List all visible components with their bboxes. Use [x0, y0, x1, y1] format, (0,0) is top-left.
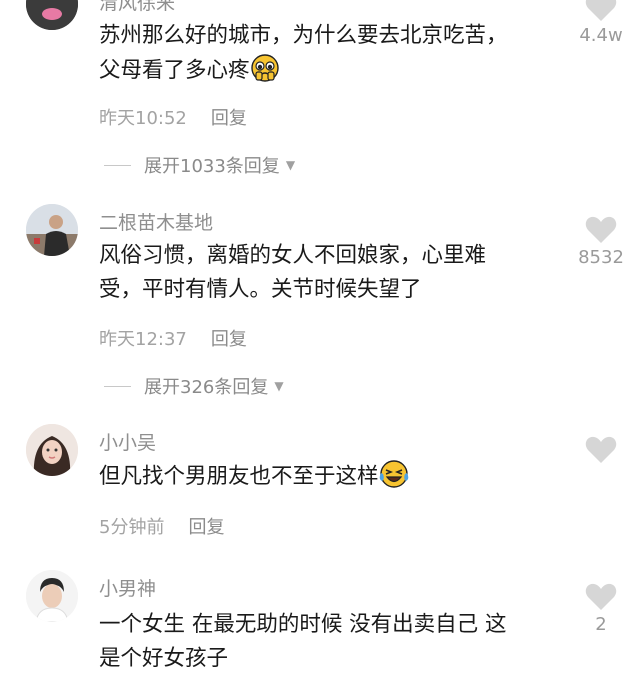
- comment-text: 一个女生 在最无助的时候 没有出卖自己 这 是个好女孩子: [99, 608, 544, 676]
- expand-replies-label: 展开1033条回复: [144, 156, 280, 177]
- avatar-image: [26, 204, 78, 256]
- like-button[interactable]: 2: [571, 583, 631, 635]
- expand-replies-button[interactable]: 展开326条回复 ▼: [104, 373, 284, 399]
- comment-item: 清风徐来 苏州那么好的城市，为什么要去北京吃苦， 父母看了多心疼 昨天10:52…: [0, 0, 640, 200]
- avatar-image: [26, 424, 78, 476]
- reply-button[interactable]: 回复: [211, 329, 247, 350]
- expand-replies-button[interactable]: 展开1033条回复 ▼: [104, 152, 295, 178]
- comment-text: 但凡找个男朋友也不至于这样: [99, 459, 544, 494]
- comment-text-line: 苏州那么好的城市，为什么要去北京吃苦，: [99, 23, 508, 48]
- divider: [104, 385, 131, 387]
- laughing-crying-emoji: [379, 460, 408, 488]
- caret-down-icon: ▼: [285, 158, 296, 172]
- comment-text-line: 风俗习惯，离婚的女人不回娘家，心里难: [99, 243, 487, 268]
- pleading-face-emoji: [250, 54, 279, 82]
- username[interactable]: 小小吴: [99, 428, 156, 455]
- heart-icon: [585, 0, 617, 21]
- comment-item: 小男神 一个女生 在最无助的时候 没有出卖自己 这 是个好女孩子 2: [0, 566, 640, 679]
- like-count: 4.4w: [579, 25, 623, 46]
- comment-meta: 昨天12:37 回复: [99, 325, 247, 351]
- reply-button[interactable]: 回复: [188, 517, 224, 538]
- timestamp: 5分钟前: [99, 517, 165, 538]
- comment-text-segment: 但凡找个男朋友也不至于这样: [99, 464, 379, 489]
- comment-text-line: 父母看了多心疼: [99, 53, 544, 88]
- username[interactable]: 清风徐来: [99, 0, 175, 15]
- username[interactable]: 小男神: [99, 574, 156, 601]
- heart-icon: [585, 436, 617, 463]
- heart-icon: [585, 583, 617, 610]
- divider: [104, 164, 131, 166]
- avatar[interactable]: [26, 424, 78, 476]
- avatar[interactable]: [26, 204, 78, 256]
- like-button[interactable]: [571, 436, 631, 467]
- comment-text: 苏州那么好的城市，为什么要去北京吃苦， 父母看了多心疼: [99, 19, 544, 88]
- comment-text-line: 受，平时有情人。关节时候失望了: [99, 277, 422, 302]
- timestamp: 昨天12:37: [99, 329, 187, 350]
- comment-text-line: 但凡找个男朋友也不至于这样: [99, 459, 544, 494]
- like-button[interactable]: 4.4w: [571, 0, 631, 46]
- comment-item: 小小吴 但凡找个男朋友也不至于这样 5分钟前 回复: [0, 420, 640, 560]
- like-count: 2: [595, 614, 607, 635]
- like-count: 8532: [578, 247, 624, 268]
- like-button[interactable]: 8532: [571, 216, 631, 268]
- reply-button[interactable]: 回复: [211, 108, 247, 129]
- avatar-image: [26, 0, 78, 30]
- comment-text-segment: 父母看了多心疼: [99, 58, 250, 83]
- timestamp: 昨天10:52: [99, 108, 187, 129]
- avatar-image: [26, 570, 78, 622]
- avatar[interactable]: [26, 0, 78, 30]
- comment-item: 二根苗木基地 风俗习惯，离婚的女人不回娘家，心里难 受，平时有情人。关节时候失望…: [0, 200, 640, 410]
- comment-text-line: 是个好女孩子: [99, 646, 229, 671]
- expand-replies-label: 展开326条回复: [144, 377, 269, 398]
- username[interactable]: 二根苗木基地: [99, 208, 213, 235]
- comment-text: 风俗习惯，离婚的女人不回娘家，心里难 受，平时有情人。关节时候失望了: [99, 239, 544, 307]
- caret-down-icon: ▼: [274, 379, 284, 393]
- avatar[interactable]: [26, 570, 78, 622]
- comment-meta: 昨天10:52 回复: [99, 104, 247, 130]
- comment-text-line: 一个女生 在最无助的时候 没有出卖自己 这: [99, 612, 507, 637]
- comment-meta: 5分钟前 回复: [99, 513, 224, 539]
- heart-icon: [585, 216, 617, 243]
